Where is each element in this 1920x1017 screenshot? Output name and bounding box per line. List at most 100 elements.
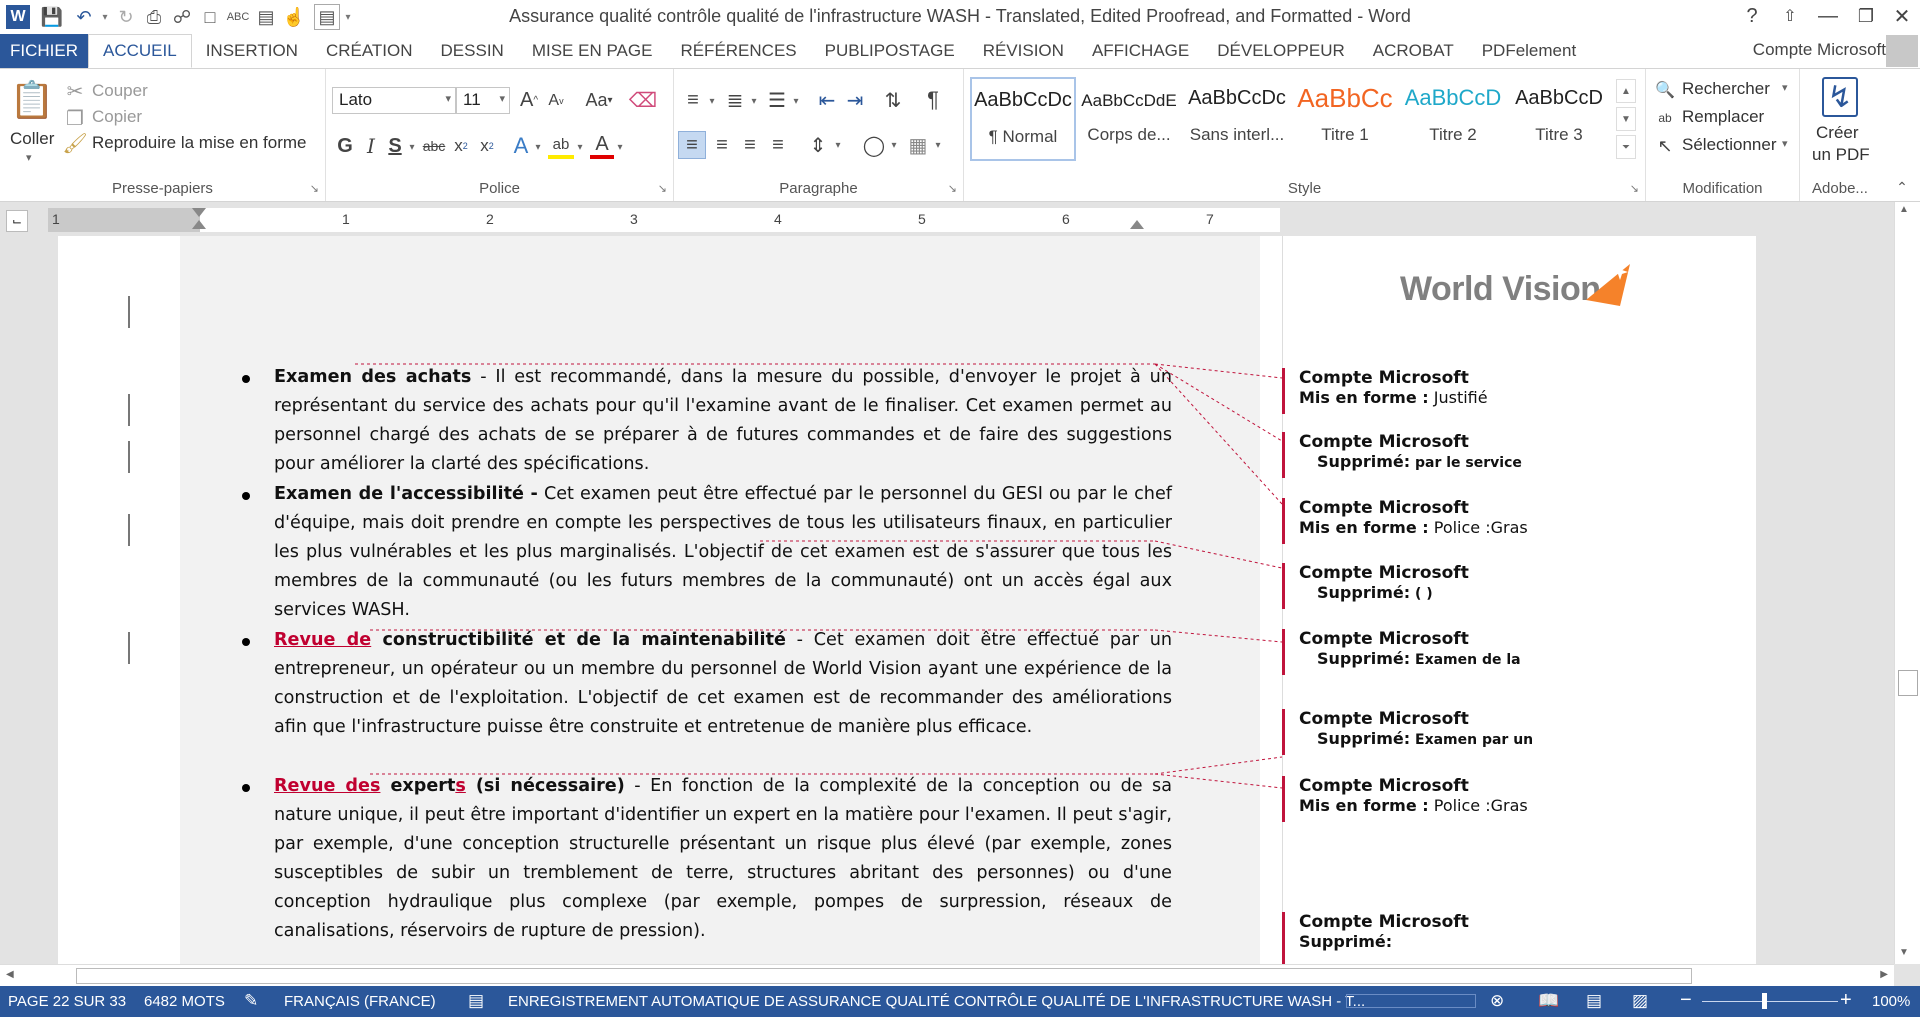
style-no-spacing[interactable]: AaBbCcDc Sans interl... bbox=[1184, 77, 1290, 161]
zoom-slider[interactable] bbox=[1702, 1001, 1838, 1002]
numbering-dropdown-icon[interactable]: ▾ bbox=[748, 91, 760, 111]
revision-balloon[interactable]: Compte Microsoft Supprimé: Examen de la bbox=[1282, 629, 1722, 675]
change-case-button[interactable]: Aa ▾ bbox=[584, 87, 614, 113]
close-button[interactable]: ✕ bbox=[1884, 2, 1920, 30]
style-body-text[interactable]: AaBbCcDdE Corps de... bbox=[1076, 77, 1182, 161]
replace-button[interactable]: Remplacer bbox=[1682, 107, 1764, 127]
shading-dropdown-icon[interactable]: ▾ bbox=[888, 135, 900, 155]
list-item[interactable]: Revue des experts (si nécessaire) - En f… bbox=[242, 772, 1172, 946]
paragraph-launcher-icon[interactable]: ↘ bbox=[948, 182, 957, 195]
bullets-dropdown-icon[interactable]: ▾ bbox=[706, 91, 718, 111]
align-left-icon[interactable]: ≡ bbox=[678, 131, 706, 159]
first-line-indent-marker[interactable] bbox=[192, 208, 206, 217]
page-indicator[interactable]: PAGE 22 SUR 33 bbox=[8, 993, 126, 1010]
line-spacing-icon[interactable]: ⇕ bbox=[804, 131, 832, 159]
tab-creation[interactable]: CRÉATION bbox=[312, 34, 427, 68]
paste-icon[interactable]: 📋 bbox=[10, 75, 55, 125]
scroll-left-icon[interactable]: ◀ bbox=[6, 969, 14, 980]
format-painter-button[interactable]: Reproduire la mise en forme bbox=[92, 133, 306, 153]
print-layout-icon[interactable]: ▤ bbox=[1586, 991, 1602, 1011]
list-item[interactable]: Examen des achats - Il est recommandé, d… bbox=[242, 363, 1172, 479]
subscript-icon[interactable]: x2 bbox=[450, 133, 472, 159]
zoom-in-icon[interactable]: + bbox=[1840, 989, 1852, 1012]
new-document-icon[interactable]: □ bbox=[196, 3, 224, 31]
tab-mise-en-page[interactable]: MISE EN PAGE bbox=[518, 34, 667, 68]
revision-balloon[interactable]: Compte Microsoft Supprimé: Examen par un bbox=[1282, 709, 1722, 755]
cancel-icon[interactable]: ⊗ bbox=[1490, 991, 1504, 1011]
revision-balloon[interactable]: Compte Microsoft Supprimé: ( ) bbox=[1282, 563, 1722, 609]
tab-dessin[interactable]: DESSIN bbox=[427, 34, 518, 68]
text-effects-icon[interactable]: A bbox=[510, 133, 532, 159]
styles-scroll-up-icon[interactable]: ▲ bbox=[1616, 79, 1636, 103]
revision-balloon[interactable]: Compte Microsoft Mis en forme : Justifié bbox=[1282, 368, 1722, 414]
ribbon-display-icon[interactable]: ⇧ bbox=[1772, 2, 1808, 30]
revision-balloon[interactable]: Compte Microsoft Supprimé: bbox=[1282, 912, 1722, 964]
superscript-icon[interactable]: x2 bbox=[476, 133, 498, 159]
save-icon[interactable]: 💾 bbox=[38, 3, 66, 31]
underline-icon[interactable]: S bbox=[384, 133, 406, 159]
proofing-icon[interactable]: ✎ bbox=[244, 991, 258, 1011]
bold-icon[interactable]: G bbox=[334, 133, 356, 159]
spelling-icon[interactable]: ABC bbox=[224, 3, 252, 31]
style-heading-3[interactable]: AaBbCcD Titre 3 bbox=[1506, 77, 1612, 161]
tab-references[interactable]: RÉFÉRENCES bbox=[666, 34, 810, 68]
font-color-dropdown-icon[interactable]: ▾ bbox=[614, 137, 626, 157]
underline-dropdown-icon[interactable]: ▾ bbox=[406, 137, 418, 157]
text-effects-dropdown-icon[interactable]: ▾ bbox=[532, 137, 544, 157]
macro-icon[interactable]: ▤ bbox=[468, 991, 484, 1011]
help-button[interactable]: ? bbox=[1734, 2, 1770, 30]
numbering-icon[interactable]: ≣ bbox=[722, 87, 748, 113]
revision-balloon[interactable]: Compte Microsoft Mis en forme : Police :… bbox=[1282, 498, 1722, 544]
shrink-font-icon[interactable]: Av bbox=[544, 89, 568, 113]
tab-insertion[interactable]: INSERTION bbox=[192, 34, 312, 68]
font-family-combo[interactable]: Lato ▾ bbox=[332, 87, 456, 114]
scroll-down-icon[interactable]: ▼ bbox=[1899, 947, 1909, 958]
view-mode-icon[interactable]: ▤ bbox=[314, 4, 340, 30]
strikethrough-icon[interactable]: abc bbox=[420, 133, 448, 159]
copy-icon[interactable]: ❐ bbox=[64, 108, 86, 130]
binoculars-icon[interactable]: 🔍 bbox=[1654, 79, 1676, 101]
tab-publipostage[interactable]: PUBLIPOSTAGE bbox=[811, 34, 969, 68]
touch-mode-icon[interactable]: ☝ bbox=[280, 3, 308, 31]
select-button[interactable]: Sélectionner bbox=[1682, 135, 1777, 155]
revision-balloon[interactable]: Compte Microsoft Mis en forme : Police :… bbox=[1282, 776, 1722, 822]
grow-font-icon[interactable]: A ^ bbox=[516, 87, 542, 113]
tab-accueil[interactable]: ACCUEIL bbox=[88, 34, 192, 68]
redo-icon[interactable]: ↻ bbox=[112, 3, 140, 31]
bullets-icon[interactable]: ≡ bbox=[680, 87, 706, 113]
tab-selector-icon[interactable]: ⌙ bbox=[6, 210, 28, 232]
borders-dropdown-icon[interactable]: ▾ bbox=[932, 135, 944, 155]
web-layout-icon[interactable]: ▨ bbox=[1632, 991, 1648, 1011]
style-heading-2[interactable]: AaBbCcD Titre 2 bbox=[1400, 77, 1506, 161]
scissors-icon[interactable]: ✂ bbox=[64, 81, 86, 103]
horizontal-scroll-thumb[interactable] bbox=[76, 968, 1692, 984]
style-heading-1[interactable]: AaBbCc Titre 1 bbox=[1292, 77, 1398, 161]
highlight-dropdown-icon[interactable]: ▾ bbox=[574, 137, 586, 157]
styles-more-icon[interactable]: ⏷ bbox=[1616, 135, 1636, 159]
borders-icon[interactable]: ▦ bbox=[904, 131, 932, 159]
scroll-up-icon[interactable]: ▲ bbox=[1899, 204, 1909, 215]
multilevel-list-icon[interactable]: ☰ bbox=[764, 87, 790, 113]
create-pdf-label-1[interactable]: Créer bbox=[1816, 123, 1859, 143]
font-launcher-icon[interactable]: ↘ bbox=[658, 182, 667, 195]
list-item[interactable]: Examen de l'accessibilité - Cet examen p… bbox=[242, 480, 1172, 625]
account-name[interactable]: Compte Microsoft bbox=[1753, 40, 1886, 60]
word-app-icon[interactable]: W bbox=[6, 5, 30, 29]
decrease-indent-icon[interactable]: ⇤ bbox=[814, 87, 840, 113]
format-painter-icon[interactable]: 🖌 bbox=[62, 133, 87, 155]
pilcrow-icon[interactable]: ¶ bbox=[920, 87, 946, 113]
right-indent-marker[interactable] bbox=[1130, 220, 1144, 229]
minimize-button[interactable]: — bbox=[1810, 2, 1846, 30]
find-button[interactable]: Rechercher bbox=[1682, 79, 1770, 99]
vertical-scroll-thumb[interactable] bbox=[1898, 670, 1918, 696]
clear-formatting-icon[interactable]: ⌫ bbox=[629, 87, 657, 113]
scroll-right-icon[interactable]: ▶ bbox=[1880, 969, 1888, 980]
cut-button[interactable]: Couper bbox=[92, 81, 148, 101]
zoom-out-icon[interactable]: − bbox=[1680, 989, 1692, 1012]
replace-icon[interactable]: ab bbox=[1654, 107, 1676, 129]
hanging-indent-marker[interactable] bbox=[192, 220, 206, 229]
tab-revision[interactable]: RÉVISION bbox=[969, 34, 1078, 68]
increase-indent-icon[interactable]: ⇥ bbox=[842, 87, 868, 113]
paste-button[interactable]: Coller bbox=[10, 129, 54, 149]
zoom-slider-thumb[interactable] bbox=[1762, 993, 1767, 1009]
